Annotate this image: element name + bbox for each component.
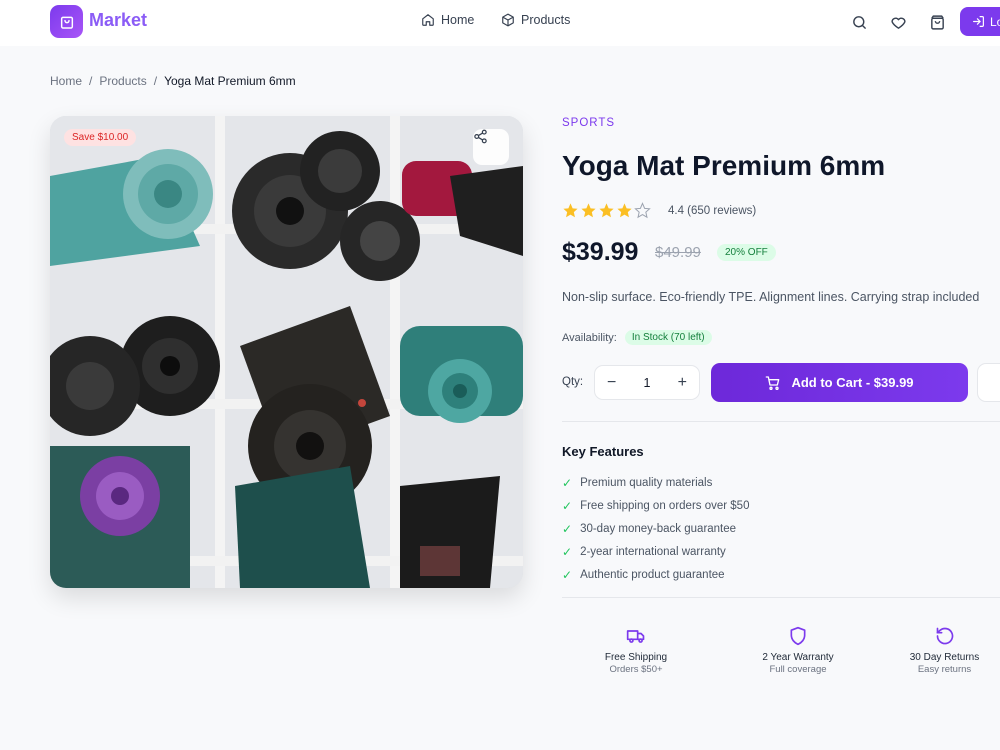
shield-icon	[790, 626, 806, 646]
feature-text: 30-day money-back guarantee	[580, 522, 737, 535]
brand-name[interactable]: Market	[89, 10, 147, 31]
feature-text: Authentic product guarantee	[580, 568, 725, 581]
share-button[interactable]	[473, 129, 509, 165]
check-icon: ✓	[562, 476, 573, 491]
qty-value[interactable]: 1	[644, 376, 651, 390]
breadcrumb-separator: /	[89, 74, 93, 88]
home-icon	[422, 14, 434, 26]
cart-bag-icon[interactable]	[927, 12, 947, 32]
breadcrumb-home[interactable]: Home	[50, 74, 82, 88]
feature-item: ✓ Authentic product guarantee	[562, 563, 749, 586]
star-empty-icon	[634, 202, 651, 219]
check-icon: ✓	[562, 521, 573, 536]
feature-item: ✓ Free shipping on orders over $50	[562, 495, 749, 518]
nav-products-label: Products	[521, 13, 571, 27]
star-icon	[599, 203, 614, 218]
feature-text: 2-year international warranty	[580, 545, 726, 558]
breadcrumb-products[interactable]: Products	[99, 74, 146, 88]
features-title: Key Features	[562, 444, 644, 459]
trust-subtitle: Full coverage	[769, 664, 827, 675]
feature-item: ✓ Premium quality materials	[562, 472, 749, 495]
search-icon[interactable]	[849, 12, 869, 32]
breadcrumb-separator: /	[153, 74, 158, 88]
cart-icon	[766, 375, 780, 390]
heart-icon[interactable]	[888, 12, 908, 32]
star-icon	[617, 203, 632, 218]
add-to-cart-button[interactable]: Add to Cart - $39.99	[711, 363, 968, 402]
star-icon	[581, 203, 596, 218]
divider	[562, 597, 1000, 598]
quantity-stepper: − 1 +	[594, 365, 700, 400]
check-icon: ✓	[562, 567, 573, 582]
check-icon: ✓	[562, 499, 573, 514]
trust-returns: 30 Day Returns Easy returns	[889, 626, 1000, 675]
availability-label: Availability:	[562, 331, 617, 344]
increase-qty-button[interactable]: +	[678, 374, 687, 392]
product-category[interactable]: SPORTS	[562, 117, 615, 129]
price: $39.99	[562, 238, 639, 266]
feature-text: Premium quality materials	[580, 477, 713, 490]
wishlist-button[interactable]	[977, 363, 1000, 402]
login-label: Lo	[990, 14, 1000, 29]
login-button[interactable]: Lo	[960, 7, 1000, 36]
yoga-mats-photo	[50, 116, 523, 588]
product-image[interactable]: Save $10.00	[50, 116, 523, 588]
box-icon	[502, 13, 514, 27]
rating-text[interactable]: 4.4 (650 reviews)	[668, 205, 756, 217]
breadcrumb-current: Yoga Mat Premium 6mm	[164, 74, 296, 88]
nav-home[interactable]: Home	[421, 13, 474, 27]
trust-free-shipping: Free Shipping Orders $50+	[566, 626, 706, 675]
nav-products[interactable]: Products	[501, 13, 570, 27]
availability-row: Availability: In Stock (70 left)	[562, 330, 712, 345]
divider	[562, 421, 1000, 422]
trust-title: 2 Year Warranty	[762, 652, 834, 663]
breadcrumb: Home / Products / Yoga Mat Premium 6mm	[50, 74, 296, 88]
shopping-bag-logo-icon[interactable]	[50, 5, 83, 38]
share-icon	[474, 129, 487, 144]
feature-item: ✓ 30-day money-back guarantee	[562, 518, 749, 541]
trust-title: Free Shipping	[604, 652, 668, 663]
truck-icon	[626, 630, 645, 643]
nav-home-label: Home	[441, 13, 475, 27]
trust-warranty: 2 Year Warranty Full coverage	[728, 626, 868, 675]
discount-badge: 20% OFF	[717, 244, 776, 261]
trust-title: 30 Day Returns	[909, 652, 980, 663]
feature-item: ✓ 2-year international warranty	[562, 540, 749, 563]
check-icon: ✓	[562, 544, 573, 559]
features-list: ✓ Premium quality materials ✓ Free shippin…	[562, 472, 749, 586]
trust-subtitle: Orders $50+	[609, 664, 663, 675]
star-rating	[562, 202, 651, 219]
feature-text: Free shipping on orders over $50	[580, 500, 750, 513]
trust-subtitle: Easy returns	[917, 664, 972, 675]
product-title: Yoga Mat Premium 6mm	[562, 150, 886, 181]
decrease-qty-button[interactable]: −	[607, 374, 616, 392]
save-badge: Save $10.00	[64, 129, 137, 146]
old-price: $49.99	[655, 244, 701, 261]
stock-badge: In Stock (70 left)	[624, 330, 712, 345]
top-header: Market Home Products Lo	[0, 0, 1000, 46]
return-icon	[936, 627, 953, 645]
qty-label: Qty:	[562, 376, 584, 388]
product-description: Non-slip surface. Eco-friendly TPE. Alig…	[562, 290, 980, 304]
add-to-cart-label: Add to Cart - $39.99	[791, 375, 914, 390]
star-icon	[563, 203, 578, 218]
login-icon	[973, 16, 984, 27]
